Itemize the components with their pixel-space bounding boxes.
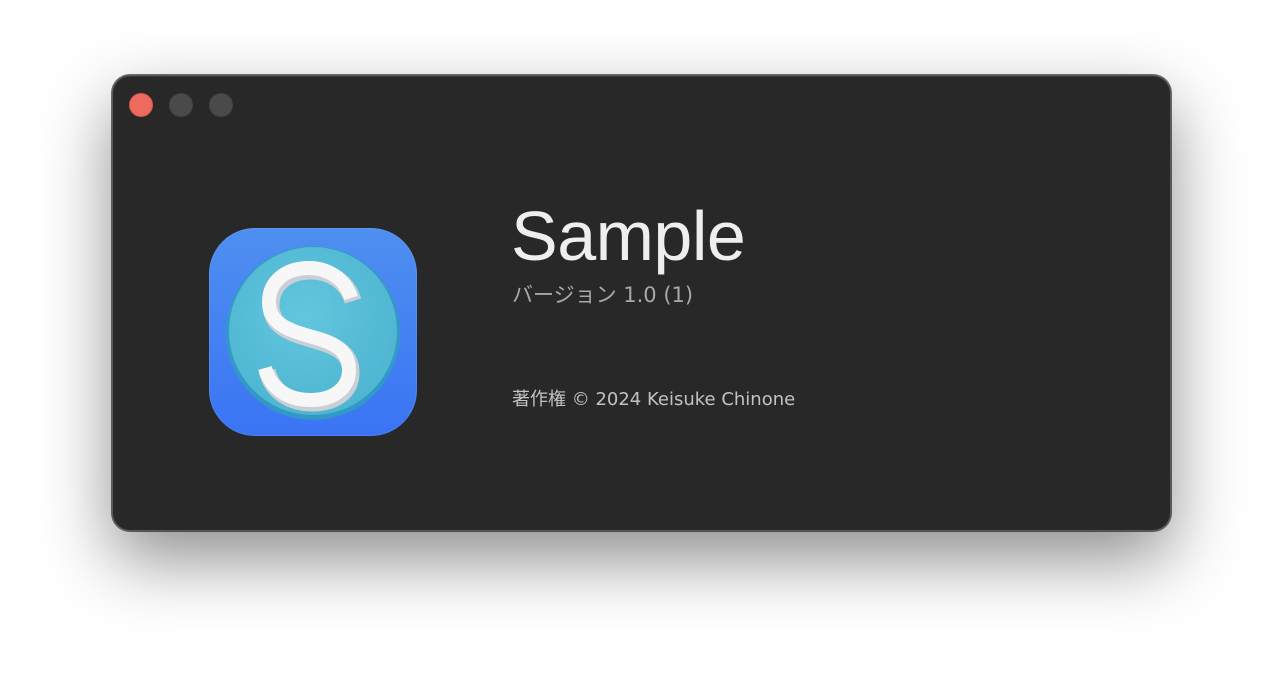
- zoom-button[interactable]: [209, 93, 233, 117]
- copyright-text: 著作権 © 2024 Keisuke Chinone: [512, 389, 796, 410]
- about-window: Sample バージョン 1.0 (1) 著作権 © 2024 Keisuke …: [112, 75, 1171, 531]
- close-button[interactable]: [129, 93, 153, 117]
- app-version: バージョン 1.0 (1): [512, 283, 694, 307]
- app-icon: [209, 228, 417, 436]
- minimize-button[interactable]: [169, 93, 193, 117]
- app-icon-graphic: [226, 246, 400, 420]
- app-name: Sample: [511, 197, 746, 275]
- window-controls: [129, 93, 233, 117]
